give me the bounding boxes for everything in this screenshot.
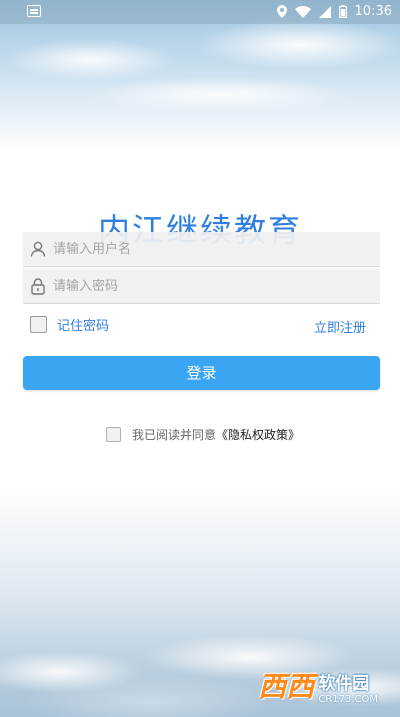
- privacy-policy-link[interactable]: 《隐私权政策》: [216, 426, 300, 443]
- battery-icon: [338, 5, 347, 18]
- register-link[interactable]: 立即注册: [314, 317, 366, 336]
- notification-icon: [27, 5, 41, 17]
- signal-icon: [318, 5, 331, 18]
- remember-label: 记住密码: [57, 319, 110, 334]
- watermark-logo: 西西: [258, 670, 315, 703]
- agree-text: 我已阅读并同意: [132, 428, 217, 442]
- status-icons: 10:36: [276, 4, 392, 19]
- lock-icon: [29, 277, 47, 295]
- watermark-name: 软件园: [318, 674, 370, 694]
- user-icon: [29, 240, 47, 258]
- agree-checkbox[interactable]: [106, 427, 121, 442]
- wifi-icon: [294, 5, 311, 18]
- status-bar: 10:36: [0, 0, 400, 24]
- watermark: 西西 软件园 CR173.COM: [258, 665, 378, 705]
- username-field[interactable]: [23, 232, 380, 267]
- remember-checkbox[interactable]: [30, 316, 47, 333]
- username-input[interactable]: [53, 232, 373, 266]
- status-time: 10:36: [354, 4, 392, 19]
- watermark-url: CR173.COM: [318, 694, 378, 705]
- privacy-agreement[interactable]: 我已阅读并同意 《隐私权政策》: [106, 426, 300, 443]
- password-input[interactable]: [53, 269, 373, 303]
- watermark-text: 软件园 CR173.COM: [318, 669, 378, 705]
- login-button[interactable]: 登录: [23, 356, 380, 390]
- location-icon: [276, 5, 287, 18]
- password-field[interactable]: [23, 269, 380, 304]
- remember-password[interactable]: 记住密码: [30, 315, 109, 334]
